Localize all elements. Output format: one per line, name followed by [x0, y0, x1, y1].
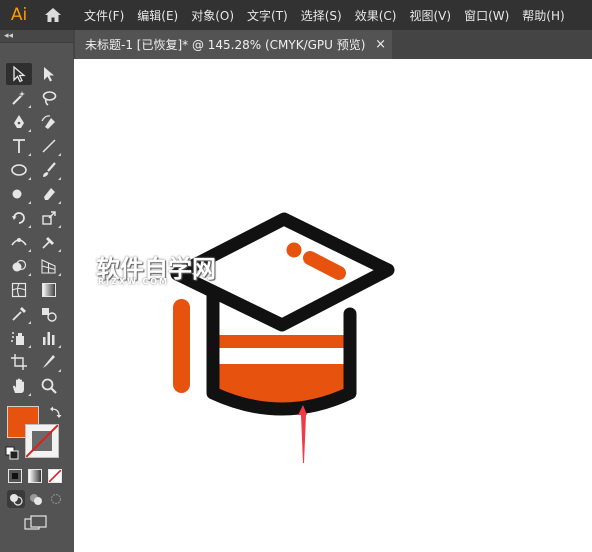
- red-arrow: [298, 405, 307, 463]
- tool-row: [6, 207, 68, 229]
- menu-edit[interactable]: 编辑(E): [137, 7, 178, 24]
- menu-file[interactable]: 文件(F): [84, 7, 124, 24]
- menu-view[interactable]: 视图(V): [409, 7, 451, 24]
- tool-row: [6, 87, 68, 109]
- shaper-tool-icon[interactable]: [6, 183, 32, 205]
- menu-effect[interactable]: 效果(C): [355, 7, 397, 24]
- tool-row: [6, 303, 68, 325]
- gradient-tool-icon[interactable]: [36, 279, 62, 301]
- tool-row: [6, 279, 68, 301]
- menu-object[interactable]: 对象(O): [191, 7, 234, 24]
- tool-row: [6, 183, 68, 205]
- document-tab-bar: 未标题-1 [已恢复]* @ 145.28% (CMYK/GPU 预览) ×: [73, 30, 592, 59]
- menu-bar: Ai 文件(F) 编辑(E) 对象(O) 文字(T) 选择(S) 效果(C) 视…: [0, 0, 592, 30]
- home-icon[interactable]: [40, 0, 66, 30]
- app-logo[interactable]: Ai: [4, 0, 34, 30]
- screen-mode-icon[interactable]: [24, 515, 48, 533]
- tassel-dot: [286, 242, 302, 258]
- none-mode-button[interactable]: [48, 469, 62, 483]
- eyedropper-tool-icon[interactable]: [6, 303, 32, 325]
- tool-row: [6, 159, 68, 181]
- gradient-mode-button[interactable]: [28, 469, 42, 483]
- puppet-warp-tool-icon[interactable]: [36, 231, 62, 253]
- draw-behind-icon[interactable]: [27, 490, 45, 508]
- selection-tool-icon[interactable]: [6, 63, 32, 85]
- draw-inside-icon[interactable]: [47, 490, 65, 508]
- graduation-cap-artwork[interactable]: [74, 59, 592, 552]
- tool-row: [6, 111, 68, 133]
- blend-tool-icon[interactable]: [36, 303, 62, 325]
- tool-row: [6, 327, 68, 349]
- tools-panel: ◂◂: [0, 30, 73, 552]
- default-fill-stroke-icon[interactable]: [5, 445, 19, 460]
- watermark-subtitle: RJZXW.COM: [98, 277, 169, 286]
- menu-help[interactable]: 帮助(H): [522, 7, 564, 24]
- side-orange-bar: [173, 299, 190, 393]
- zoom-tool-icon[interactable]: [36, 375, 62, 397]
- ellipse-tool-icon[interactable]: [6, 159, 32, 181]
- hand-tool-icon[interactable]: [6, 375, 32, 397]
- menu-select[interactable]: 选择(S): [301, 7, 342, 24]
- swap-fill-stroke-icon[interactable]: [49, 404, 63, 418]
- curvature-tool-icon[interactable]: [36, 111, 62, 133]
- color-mode-button[interactable]: [8, 469, 22, 483]
- shape-builder-tool-icon[interactable]: [6, 255, 32, 277]
- artboard-tool-icon[interactable]: [6, 351, 32, 373]
- line-segment-tool-icon[interactable]: [36, 135, 62, 157]
- tools-panel-collapse[interactable]: ◂◂: [0, 30, 73, 43]
- magic-wand-tool-icon[interactable]: [6, 87, 32, 109]
- pen-tool-icon[interactable]: [6, 111, 32, 133]
- symbol-sprayer-tool-icon[interactable]: [6, 327, 32, 349]
- slice-tool-icon[interactable]: [36, 351, 62, 373]
- tool-row: [6, 351, 68, 373]
- tool-row: [6, 63, 68, 85]
- menu-items: 文件(F) 编辑(E) 对象(O) 文字(T) 选择(S) 效果(C) 视图(V…: [84, 7, 578, 24]
- lasso-tool-icon[interactable]: [36, 87, 62, 109]
- width-tool-icon[interactable]: [6, 231, 32, 253]
- type-tool-icon[interactable]: [6, 135, 32, 157]
- tool-row: [6, 375, 68, 397]
- mesh-tool-icon[interactable]: [6, 279, 32, 301]
- menu-type[interactable]: 文字(T): [247, 7, 288, 24]
- tool-row: [6, 135, 68, 157]
- close-tab-icon[interactable]: ×: [375, 37, 386, 52]
- perspective-grid-tool-icon[interactable]: [36, 255, 62, 277]
- document-tab-title: 未标题-1 [已恢复]* @ 145.28% (CMYK/GPU 预览): [85, 38, 366, 52]
- watermark: 软件自学网 RJZXW.COM: [74, 249, 244, 289]
- eraser-tool-icon[interactable]: [36, 183, 62, 205]
- tool-row: [6, 255, 68, 277]
- draw-normal-icon[interactable]: [7, 490, 25, 508]
- cap-orange-stripe: [213, 335, 350, 348]
- tool-row: [6, 231, 68, 253]
- stroke-swatch[interactable]: [25, 424, 59, 458]
- direct-selection-tool-icon[interactable]: [36, 63, 62, 85]
- scale-tool-icon[interactable]: [36, 207, 62, 229]
- menu-window[interactable]: 窗口(W): [464, 7, 509, 24]
- paintbrush-tool-icon[interactable]: [36, 159, 62, 181]
- artboard-canvas[interactable]: 软件自学网 RJZXW.COM: [74, 59, 592, 552]
- column-graph-tool-icon[interactable]: [36, 327, 62, 349]
- document-tab[interactable]: 未标题-1 [已恢复]* @ 145.28% (CMYK/GPU 预览) ×: [75, 30, 392, 59]
- rotate-tool-icon[interactable]: [6, 207, 32, 229]
